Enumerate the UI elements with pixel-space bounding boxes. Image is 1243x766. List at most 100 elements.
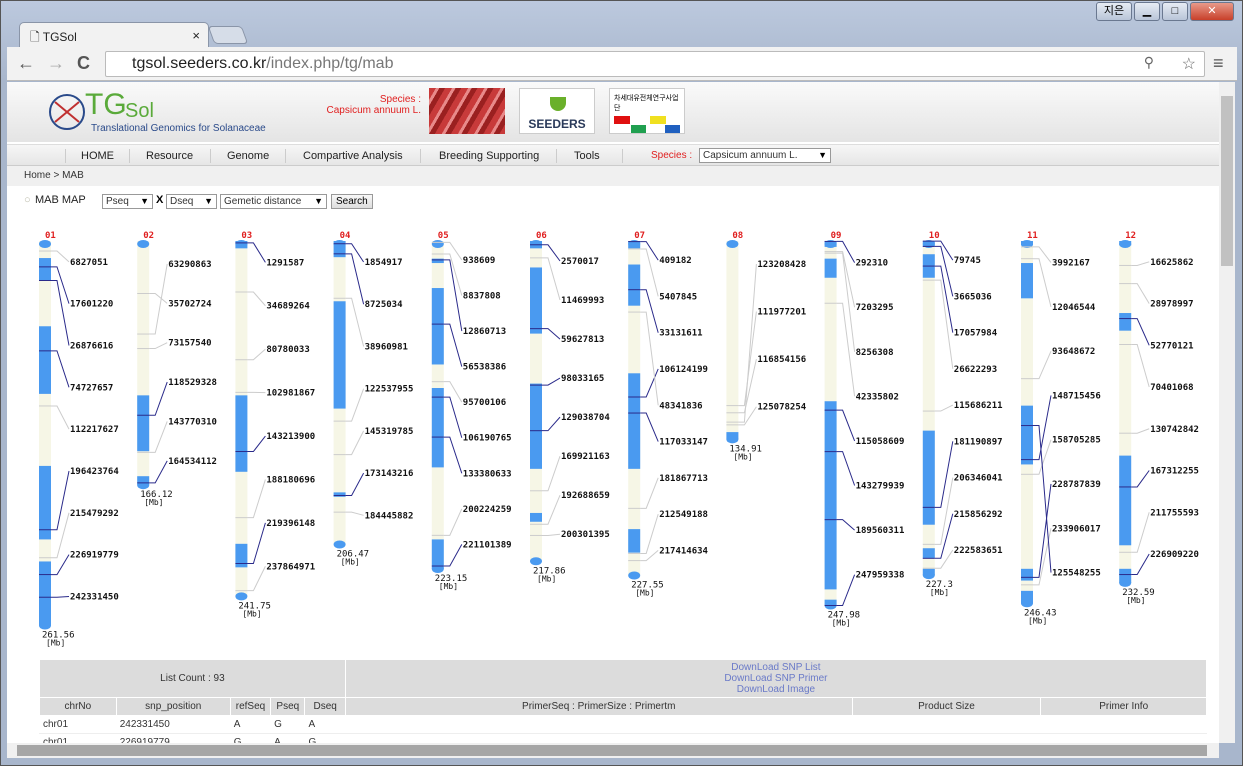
marker-label[interactable]: 221101389 xyxy=(463,540,512,550)
partner-logo[interactable]: 차세대유전체연구사업단 xyxy=(609,88,685,134)
chromosome-07[interactable]: 07227.55[Mb]4091825407845331316111061241… xyxy=(628,231,709,597)
new-tab-button[interactable] xyxy=(207,26,249,44)
marker-label[interactable]: 6827051 xyxy=(70,258,108,268)
marker-label[interactable]: 28978997 xyxy=(1150,300,1193,310)
marker-label[interactable]: 123208428 xyxy=(757,260,806,270)
maximize-button[interactable]: □ xyxy=(1162,2,1188,21)
marker-label[interactable]: 181867713 xyxy=(659,474,708,484)
marker-label[interactable]: 3665036 xyxy=(954,292,992,302)
marker-label[interactable]: 8256308 xyxy=(856,348,894,358)
back-icon[interactable]: ← xyxy=(17,53,35,74)
marker-label[interactable]: 80780033 xyxy=(266,345,309,355)
marker-label[interactable]: 73157540 xyxy=(168,339,211,349)
marker-label[interactable]: 125078254 xyxy=(757,403,806,413)
marker-label[interactable]: 409182 xyxy=(659,256,692,266)
marker-label[interactable]: 7203295 xyxy=(856,303,894,313)
marker-label[interactable]: 17601220 xyxy=(70,300,113,310)
dseq-select[interactable]: Dseq xyxy=(166,194,217,209)
marker-label[interactable]: 212549188 xyxy=(659,510,708,520)
menu-resource[interactable]: Resource xyxy=(146,150,193,162)
marker-label[interactable]: 26876616 xyxy=(70,341,113,351)
marker-label[interactable]: 938609 xyxy=(463,256,496,266)
chromosome-11[interactable]: 11246.43[Mb]3992167120465449364867214871… xyxy=(1021,231,1101,625)
marker-label[interactable]: 63290863 xyxy=(168,260,211,270)
marker-label[interactable]: 222583651 xyxy=(954,546,1003,556)
close-window-button[interactable]: ✕ xyxy=(1190,2,1234,21)
marker-label[interactable]: 292310 xyxy=(856,259,889,269)
chromosome-05[interactable]: 05223.15[Mb]9386098837808128607135653838… xyxy=(431,231,512,591)
menu-tools[interactable]: Tools xyxy=(574,150,600,162)
marker-label[interactable]: 42335802 xyxy=(856,392,899,402)
marker-label[interactable]: 12860713 xyxy=(463,327,506,337)
marker-label[interactable]: 48341836 xyxy=(659,401,702,411)
marker-label[interactable]: 111977201 xyxy=(757,308,806,318)
marker-label[interactable]: 79745 xyxy=(954,256,981,266)
download-snp-list-link[interactable]: DownLoad SNP List xyxy=(349,662,1203,673)
zoom-icon[interactable]: ⚲ xyxy=(1144,54,1154,71)
minimize-button[interactable]: ▁ xyxy=(1134,2,1160,21)
chromosome-10[interactable]: 10227.3[Mb]79745366503617057984266222931… xyxy=(922,231,1003,597)
marker-label[interactable]: 143770310 xyxy=(168,417,217,427)
menu-breeding-supporting[interactable]: Breeding Supporting xyxy=(439,150,539,162)
marker-label[interactable]: 70401068 xyxy=(1150,383,1193,393)
marker-label[interactable]: 200224259 xyxy=(463,505,512,515)
marker-label[interactable]: 11469993 xyxy=(561,296,604,306)
menu-home[interactable]: HOME xyxy=(81,150,114,162)
marker-label[interactable]: 2570017 xyxy=(561,257,599,267)
marker-label[interactable]: 242331450 xyxy=(70,592,119,602)
address-bar[interactable]: tgsol.seeders.co.kr/index.php/tg/mab ☆ ⚲ xyxy=(105,51,1205,77)
marker-label[interactable]: 143279939 xyxy=(856,482,905,492)
marker-label[interactable]: 35702724 xyxy=(168,299,212,309)
marker-label[interactable]: 200301395 xyxy=(561,530,610,540)
marker-label[interactable]: 184445882 xyxy=(365,511,414,521)
logo[interactable]: TG Sol Translational Genomics for Solana… xyxy=(47,88,266,135)
marker-label[interactable]: 226919779 xyxy=(70,551,119,561)
user-button[interactable]: 지은 xyxy=(1096,2,1132,21)
marker-label[interactable]: 8837808 xyxy=(463,291,501,301)
marker-label[interactable]: 206346041 xyxy=(954,474,1003,484)
menu-icon[interactable]: ≡ xyxy=(1213,53,1224,74)
marker-label[interactable]: 52770121 xyxy=(1150,341,1193,351)
horizontal-scrollbar[interactable] xyxy=(7,743,1219,758)
marker-label[interactable]: 148715456 xyxy=(1052,391,1101,401)
marker-label[interactable]: 93648672 xyxy=(1052,347,1095,357)
chromosome-06[interactable]: 06217.86[Mb]2570017114699935962781398033… xyxy=(530,231,610,583)
tab-close-icon[interactable]: × xyxy=(192,28,200,43)
marker-label[interactable]: 3992167 xyxy=(1052,259,1090,269)
marker-label[interactable]: 215479292 xyxy=(70,509,119,519)
marker-label[interactable]: 217414634 xyxy=(659,546,708,556)
marker-label[interactable]: 237864971 xyxy=(266,562,315,572)
marker-label[interactable]: 106124199 xyxy=(659,365,708,375)
forward-icon[interactable]: → xyxy=(47,53,65,74)
marker-label[interactable]: 143213900 xyxy=(266,432,315,442)
menu-genome[interactable]: Genome xyxy=(227,150,269,162)
marker-label[interactable]: 26622293 xyxy=(954,365,997,375)
vertical-scrollbar[interactable] xyxy=(1219,82,1235,743)
marker-label[interactable]: 118529328 xyxy=(168,378,217,388)
marker-label[interactable]: 34689264 xyxy=(266,302,310,312)
download-snp-primer-link[interactable]: DownLoad SNP Primer xyxy=(349,673,1203,684)
seeders-logo[interactable]: SEEDERS xyxy=(519,88,595,134)
marker-label[interactable]: 116854156 xyxy=(757,355,806,365)
reload-icon[interactable]: C xyxy=(77,53,90,74)
marker-label[interactable]: 74727657 xyxy=(70,383,113,393)
marker-label[interactable]: 173143216 xyxy=(365,469,414,479)
marker-label[interactable]: 1854917 xyxy=(365,258,403,268)
marker-label[interactable]: 158705285 xyxy=(1052,436,1101,446)
marker-label[interactable]: 38960981 xyxy=(365,342,408,352)
star-icon[interactable]: ☆ xyxy=(1182,54,1196,74)
marker-label[interactable]: 122537955 xyxy=(365,385,414,395)
chromosome-03[interactable]: 03241.75[Mb]1291587346892648078003310298… xyxy=(235,231,315,618)
menu-comparative-analysis[interactable]: Compartive Analysis xyxy=(303,150,403,162)
vertical-scroll-thumb[interactable] xyxy=(1221,96,1233,266)
marker-label[interactable]: 95700106 xyxy=(463,398,506,408)
marker-label[interactable]: 196423764 xyxy=(70,467,119,477)
pseq-select[interactable]: Pseq xyxy=(102,194,153,209)
chromosome-12[interactable]: 12232.59[Mb]1662586228978997527701217040… xyxy=(1119,231,1199,605)
marker-label[interactable]: 130742842 xyxy=(1150,425,1199,435)
marker-label[interactable]: 33131611 xyxy=(659,329,702,339)
marker-label[interactable]: 8725034 xyxy=(365,300,404,310)
chromosome-09[interactable]: 09247.98[Mb]2923107203295825630842335802… xyxy=(824,231,905,628)
marker-label[interactable]: 219396148 xyxy=(266,519,315,529)
table-row[interactable]: chr01 242331450 A G A xyxy=(39,715,1207,734)
